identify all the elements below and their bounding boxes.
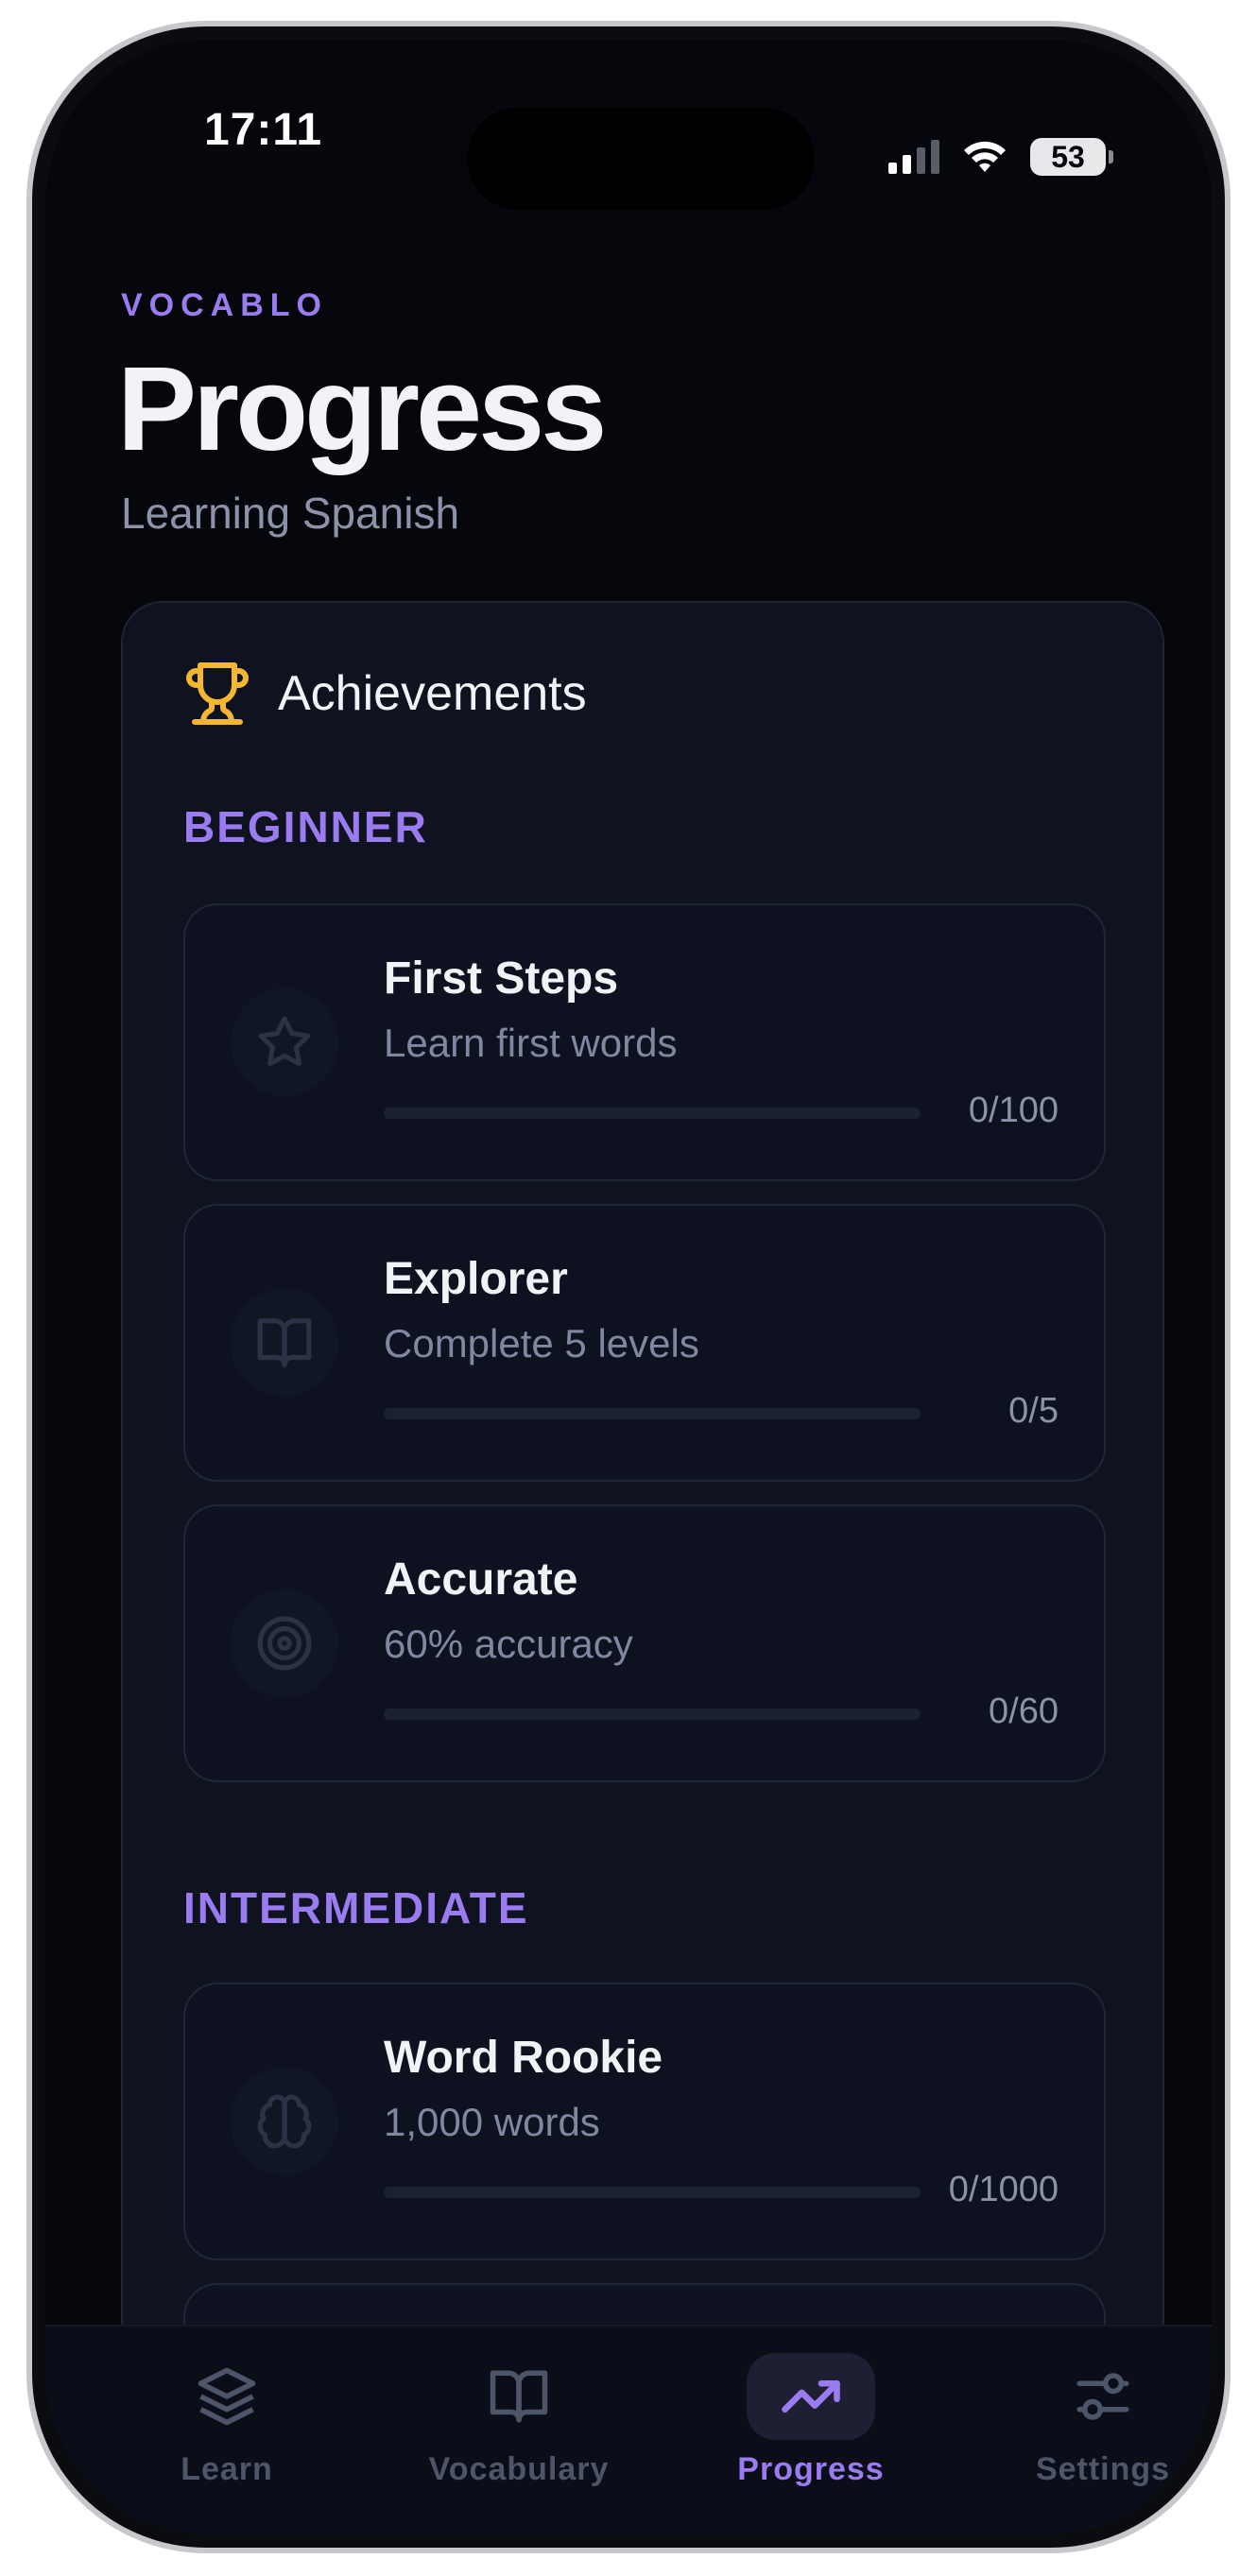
brain-icon bbox=[257, 2094, 312, 2149]
dynamic-island bbox=[467, 108, 815, 210]
trophy-icon bbox=[186, 662, 249, 725]
status-time: 17:11 bbox=[204, 105, 323, 155]
star-icon bbox=[258, 1016, 311, 1067]
achievement-progress-bar bbox=[384, 2187, 921, 2198]
achievement-progress-bar bbox=[384, 1108, 921, 1119]
brand-label: VOCABLO bbox=[121, 287, 328, 323]
phone-frame: 17:11 53 VOCABLO Progress Learning Spani… bbox=[26, 21, 1231, 2553]
battery-icon: 53 bbox=[1030, 138, 1113, 176]
achievement-progress-bar bbox=[384, 1408, 921, 1419]
achievement-description: 1,000 words bbox=[384, 2100, 600, 2144]
section-label-beginner: BEGINNER bbox=[183, 802, 428, 851]
tab-label: Vocabulary bbox=[428, 2451, 610, 2487]
achievement-progress-bar bbox=[384, 1709, 921, 1720]
section-label-intermediate: INTERMEDIATE bbox=[183, 1883, 529, 1932]
tab-settings[interactable]: Settings bbox=[990, 2353, 1212, 2514]
tab-icon-wrap bbox=[747, 2353, 875, 2440]
book-icon bbox=[257, 1318, 312, 1367]
target-icon bbox=[257, 1616, 312, 1671]
achievement-explorer[interactable]: Explorer Complete 5 levels 0/5 bbox=[183, 1204, 1106, 1482]
page-title: Progress bbox=[117, 342, 607, 475]
achievement-count: 0/60 bbox=[989, 1692, 1059, 1731]
book-open-icon bbox=[490, 2370, 548, 2423]
tab-progress[interactable]: Progress bbox=[697, 2353, 924, 2514]
wifi-icon bbox=[964, 141, 1006, 172]
bottom-tab-bar: Learn Vocabulary Progress Settings bbox=[45, 2325, 1212, 2534]
trending-up-icon bbox=[782, 2379, 840, 2413]
achievement-description: Learn first words bbox=[384, 1021, 678, 1065]
battery-level: 53 bbox=[1051, 139, 1085, 174]
achievement-name: Accurate bbox=[384, 1554, 578, 1605]
achievement-icon-wrap bbox=[231, 1289, 338, 1397]
achievement-name: Explorer bbox=[384, 1254, 568, 1304]
layers-icon bbox=[198, 2367, 256, 2426]
tab-vocabulary[interactable]: Vocabulary bbox=[405, 2353, 632, 2514]
achievement-description: Complete 5 levels bbox=[384, 1321, 699, 1365]
tab-label: Settings bbox=[1035, 2451, 1171, 2487]
achievements-card: Achievements BEGINNER First Steps Learn … bbox=[121, 601, 1164, 2534]
achievement-name: First Steps bbox=[384, 953, 619, 1004]
page-subtitle: Learning Spanish bbox=[121, 489, 460, 538]
achievements-header: Achievements bbox=[183, 660, 587, 728]
tab-icon-wrap bbox=[163, 2353, 291, 2440]
tab-icon-wrap bbox=[1039, 2353, 1167, 2440]
tab-learn[interactable]: Learn bbox=[113, 2353, 340, 2514]
status-icons: 53 bbox=[888, 138, 1113, 176]
sliders-icon bbox=[1076, 2373, 1129, 2420]
tab-label: Learn bbox=[181, 2451, 273, 2487]
tab-label: Progress bbox=[737, 2451, 885, 2487]
achievement-count: 0/100 bbox=[968, 1091, 1059, 1130]
achievement-word-rookie[interactable]: Word Rookie 1,000 words 0/1000 bbox=[183, 1983, 1106, 2260]
achievement-accurate[interactable]: Accurate 60% accuracy 0/60 bbox=[183, 1504, 1106, 1782]
phone-bezel: 17:11 53 VOCABLO Progress Learning Spani… bbox=[32, 26, 1225, 2548]
achievement-name: Word Rookie bbox=[384, 2033, 663, 2083]
achievements-title: Achievements bbox=[278, 666, 587, 721]
achievement-icon-wrap bbox=[231, 2068, 338, 2175]
achievement-count: 0/1000 bbox=[948, 2170, 1059, 2209]
achievement-description: 60% accuracy bbox=[384, 1622, 633, 1666]
signal-icon bbox=[888, 140, 939, 174]
achievement-icon-wrap bbox=[231, 1589, 338, 1697]
app-screen: 17:11 53 VOCABLO Progress Learning Spani… bbox=[45, 40, 1212, 2534]
achievement-count: 0/5 bbox=[1008, 1391, 1059, 1431]
achievement-icon-wrap bbox=[231, 988, 338, 1096]
tab-icon-wrap bbox=[455, 2353, 583, 2440]
achievement-first-steps[interactable]: First Steps Learn first words 0/100 bbox=[183, 903, 1106, 1181]
